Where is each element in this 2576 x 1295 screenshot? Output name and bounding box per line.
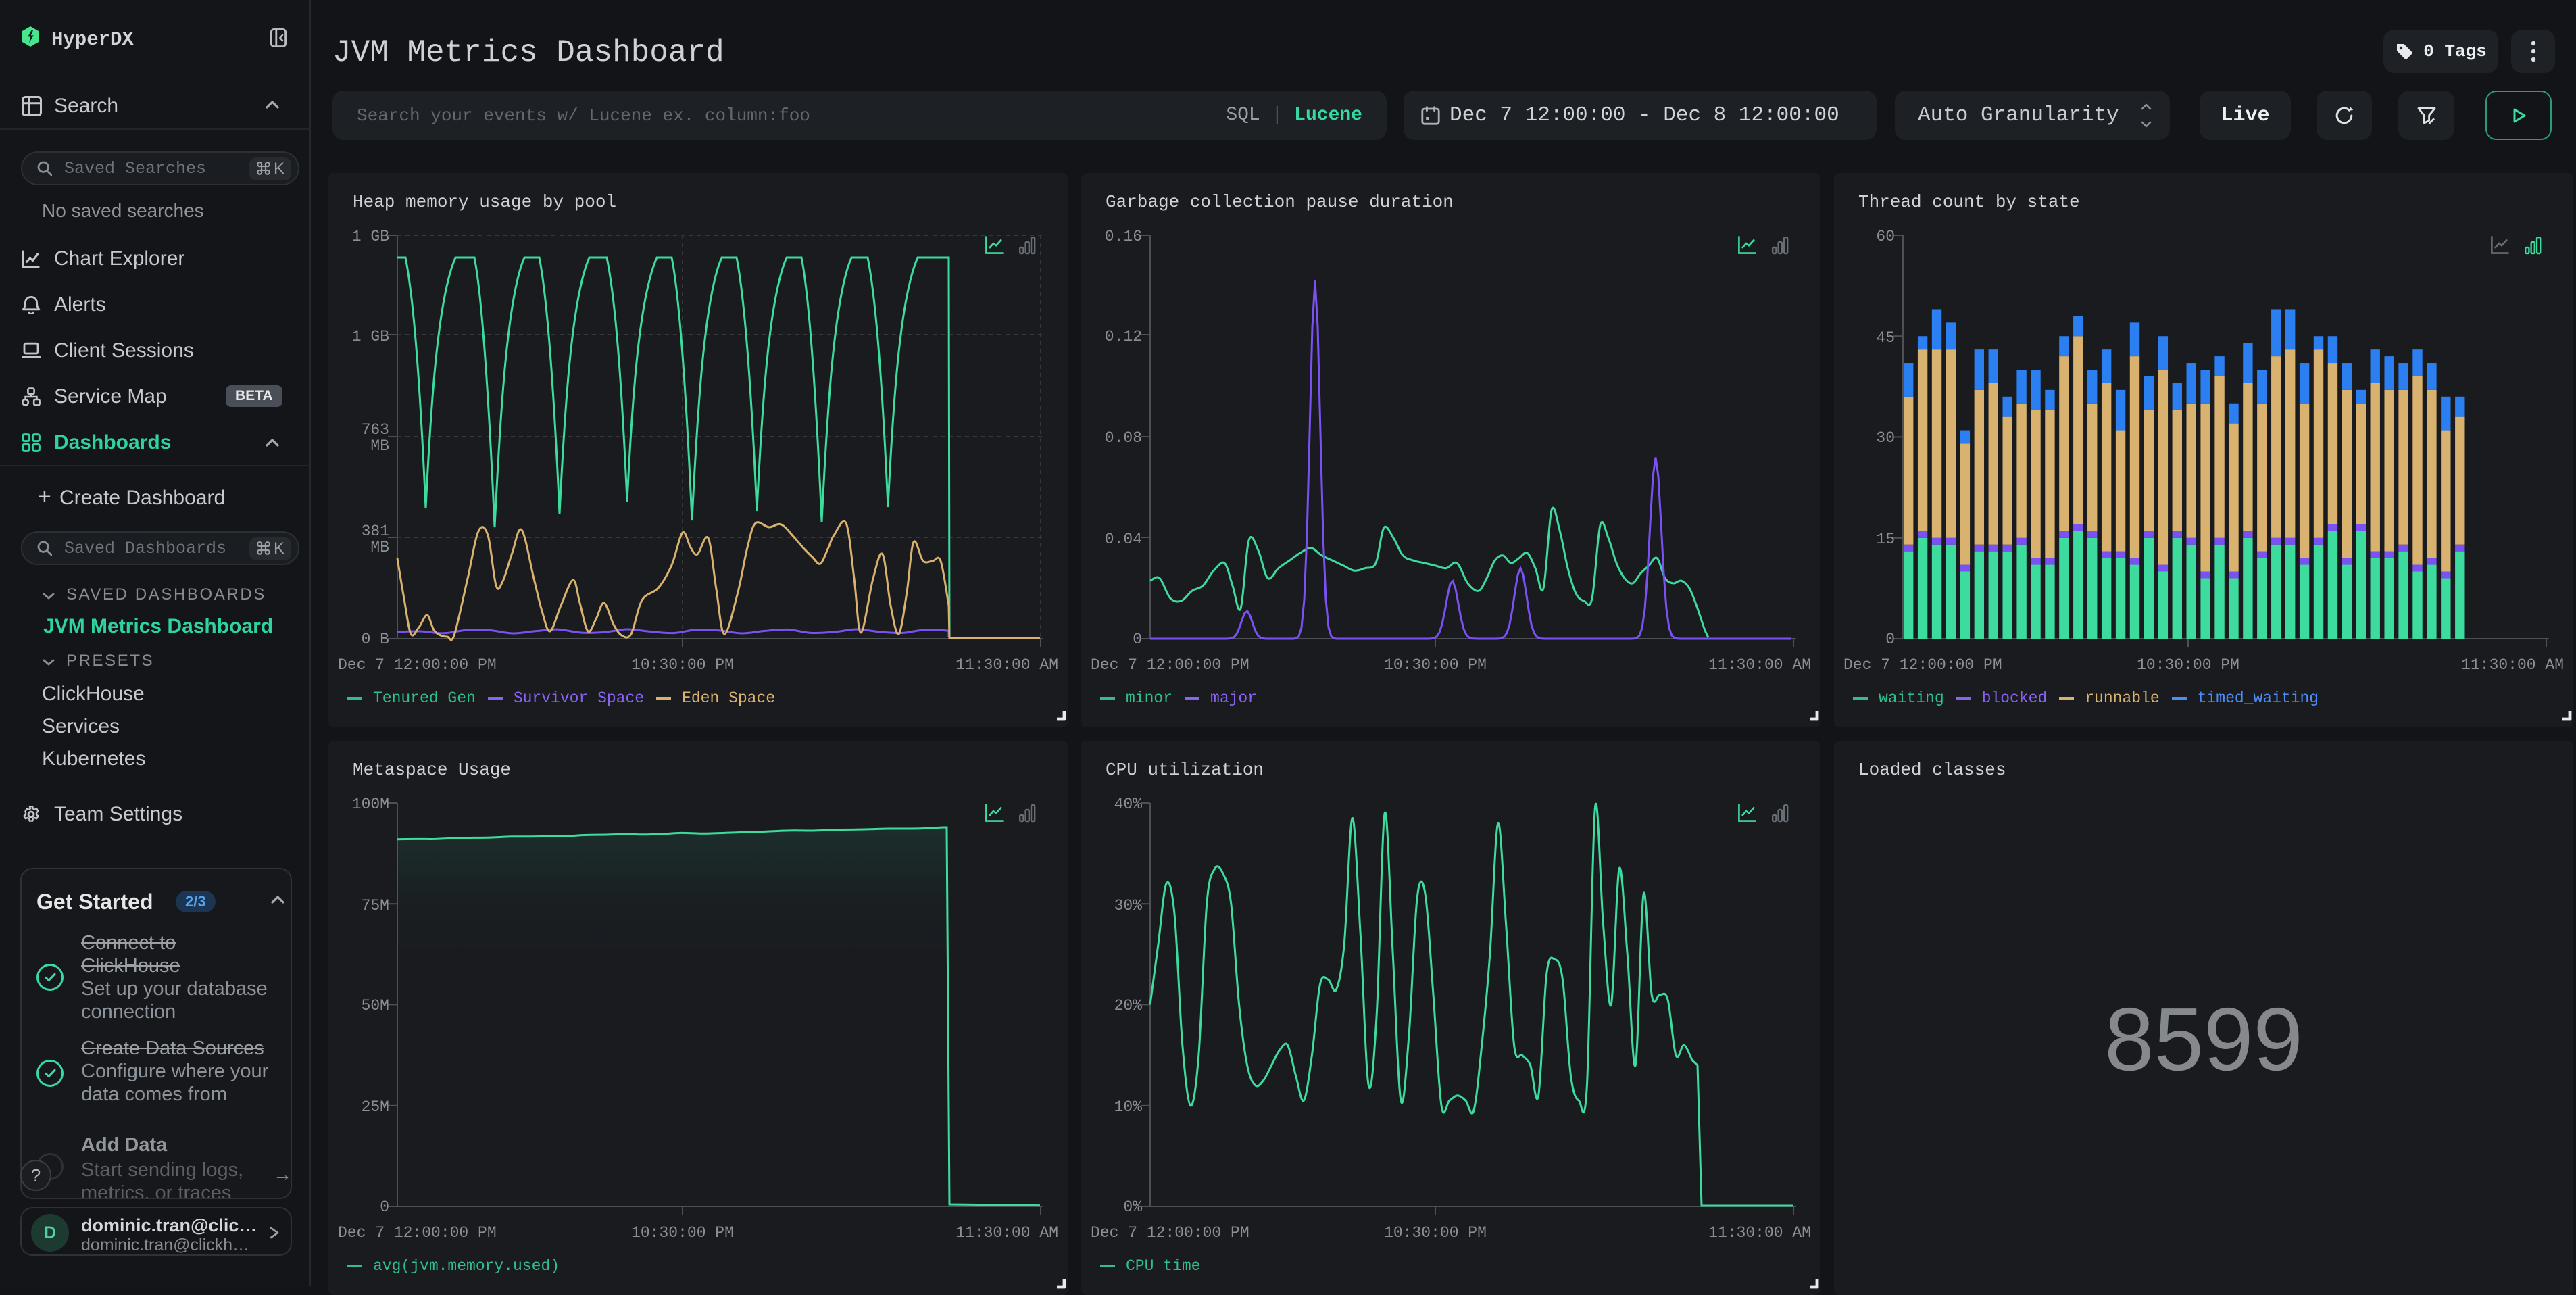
svg-text:Dec 7 12:00:00 PM: Dec 7 12:00:00 PM [1091,656,1249,674]
svg-text:20%: 20% [1114,997,1143,1015]
svg-text:11:30:00 AM: 11:30:00 AM [2461,656,2564,674]
svg-text:0: 0 [1133,631,1142,648]
svg-text:0%: 0% [1123,1198,1142,1216]
svg-text:15: 15 [1876,531,1895,548]
svg-text:MB: MB [370,437,389,455]
svg-text:10:30:00 PM: 10:30:00 PM [1384,656,1487,674]
svg-text:75M: 75M [362,897,389,914]
svg-text:0: 0 [380,1198,389,1216]
svg-text:Dec 7 12:00:00 PM: Dec 7 12:00:00 PM [1091,1224,1249,1242]
svg-text:Dec 7 12:00:00 PM: Dec 7 12:00:00 PM [1843,656,2002,674]
svg-text:45: 45 [1876,329,1895,347]
svg-text:0.12: 0.12 [1105,328,1142,345]
svg-text:10:30:00 PM: 10:30:00 PM [631,656,734,674]
svg-text:10:30:00 PM: 10:30:00 PM [2137,656,2239,674]
svg-text:11:30:00 AM: 11:30:00 AM [956,656,1058,674]
svg-text:40%: 40% [1114,796,1143,813]
svg-text:0.08: 0.08 [1105,429,1142,447]
svg-text:1 GB: 1 GB [352,328,389,345]
svg-text:11:30:00 AM: 11:30:00 AM [1708,1224,1811,1242]
svg-text:10:30:00 PM: 10:30:00 PM [1384,1224,1487,1242]
svg-text:30%: 30% [1114,897,1143,914]
svg-text:381: 381 [362,522,389,540]
svg-text:100M: 100M [352,796,389,813]
svg-text:0.04: 0.04 [1105,531,1142,548]
svg-text:30: 30 [1876,429,1895,447]
svg-text:11:30:00 AM: 11:30:00 AM [1708,656,1811,674]
svg-text:MB: MB [370,539,389,556]
svg-text:10%: 10% [1114,1098,1143,1116]
svg-text:0.16: 0.16 [1105,228,1142,245]
svg-text:1 GB: 1 GB [352,228,389,245]
svg-text:10:30:00 PM: 10:30:00 PM [631,1224,734,1242]
svg-text:0 B: 0 B [362,631,389,648]
svg-text:60: 60 [1876,228,1895,245]
svg-text:50M: 50M [362,997,389,1015]
svg-text:0: 0 [1885,631,1895,648]
svg-text:763: 763 [362,421,389,439]
svg-text:Dec 7 12:00:00 PM: Dec 7 12:00:00 PM [338,1224,497,1242]
svg-text:11:30:00 AM: 11:30:00 AM [956,1224,1058,1242]
svg-text:25M: 25M [362,1098,389,1116]
svg-text:Dec 7 12:00:00 PM: Dec 7 12:00:00 PM [338,656,497,674]
